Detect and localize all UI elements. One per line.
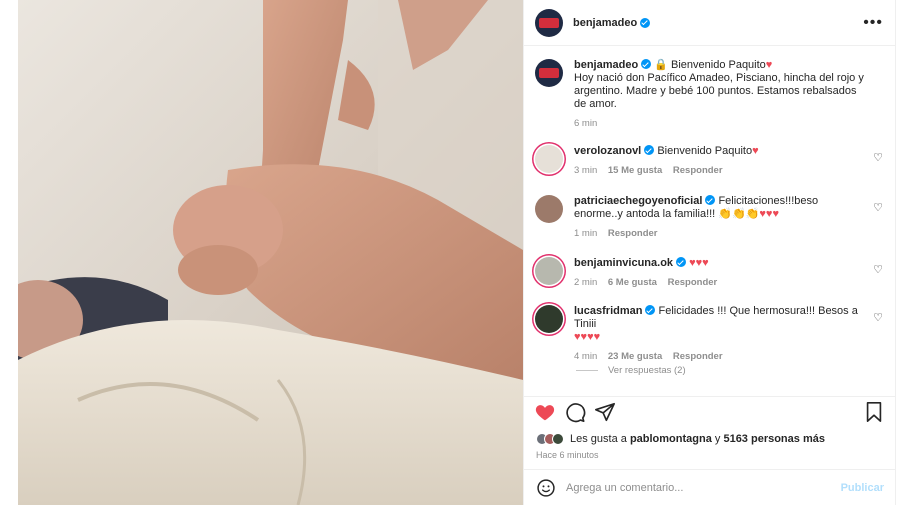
heart-icon[interactable]: ♡: [873, 263, 883, 276]
commenter-avatar[interactable]: [535, 145, 563, 173]
comment-emojis: ♥♥♥: [689, 257, 709, 269]
comment-emojis: 👏👏👏♥♥♥: [718, 208, 779, 220]
caption-username[interactable]: benjamadeo: [574, 59, 638, 71]
caption-text-block: benjamadeo 🔒 Bienvenido Paquito♥ Hoy nac…: [574, 59, 869, 130]
commenter-avatar[interactable]: [535, 305, 563, 333]
comment-text: Bienvenido Paquito: [657, 145, 753, 157]
caption-title: 🔒 Bienvenido Paquito: [654, 59, 766, 71]
verified-icon: [641, 59, 652, 69]
reply-button[interactable]: Responder: [608, 228, 658, 239]
comment-item: patriciaechegoyenoficial Felicitaciones!…: [535, 195, 885, 240]
comment-username[interactable]: verolozanovl: [574, 145, 641, 157]
comment-username[interactable]: benjaminvicuna.ok: [574, 257, 673, 269]
likes-prefix: Les gusta a: [570, 433, 627, 445]
reply-button[interactable]: Responder: [668, 277, 718, 288]
comment-likes[interactable]: 15 Me gusta: [608, 165, 662, 176]
caption: benjamadeo 🔒 Bienvenido Paquito♥ Hoy nac…: [535, 59, 885, 130]
comment-likes[interactable]: 23 Me gusta: [608, 351, 662, 362]
comment-body: verolozanovl Bienvenido Paquito♥ 3 min 1…: [574, 145, 869, 177]
commenter-avatar[interactable]: [535, 257, 563, 285]
liker-avatar: [552, 433, 564, 445]
comment-username[interactable]: lucasfridman: [574, 305, 642, 317]
comment-meta: 3 min 15 Me gusta Responder: [574, 164, 869, 177]
likes-count[interactable]: 5163 personas más: [723, 433, 825, 445]
verified-icon: [644, 145, 655, 155]
action-bar: Les gusta a pablomontagna y 5163 persona…: [524, 396, 896, 466]
post-panel: benjamadeo ••• benjamadeo 🔒 Bienvenido P…: [523, 0, 896, 505]
comment-input[interactable]: [566, 481, 816, 494]
verified-icon: [676, 257, 687, 267]
comment-body: lucasfridman Felicidades !!! Que hermosu…: [574, 305, 869, 363]
replies-divider: [576, 370, 598, 371]
heart-icon[interactable]: ♡: [873, 201, 883, 214]
caption-avatar[interactable]: [535, 59, 563, 87]
author-avatar[interactable]: [535, 8, 563, 37]
reply-button[interactable]: Responder: [673, 351, 723, 362]
reply-button[interactable]: Responder: [673, 165, 723, 176]
comment-icon[interactable]: [564, 401, 586, 423]
caption-body: Hoy nació don Pacífico Amadeo, Pisciano,…: [574, 72, 864, 110]
verified-icon: [645, 305, 656, 315]
photo-illustration: [18, 0, 523, 505]
comment-item: benjaminvicuna.ok ♥♥♥ 2 min 6 Me gusta R…: [535, 257, 885, 289]
view-replies-label: Ver respuestas (2): [608, 365, 686, 376]
comment-likes[interactable]: 6 Me gusta: [608, 277, 657, 288]
comment-emojis: ♥♥♥♥: [574, 331, 601, 343]
add-comment-bar: Publicar: [524, 469, 896, 505]
heart-icon[interactable]: ♡: [873, 311, 883, 324]
likes-user[interactable]: pablomontagna: [630, 433, 712, 445]
comment-time: 2 min: [574, 277, 598, 288]
heart-icon[interactable]: [534, 401, 556, 423]
heart-emoji: ♥: [765, 59, 773, 71]
post-photo[interactable]: [18, 0, 523, 505]
caption-time: 6 min: [574, 118, 598, 129]
comment-body: benjaminvicuna.ok ♥♥♥ 2 min 6 Me gusta R…: [574, 257, 869, 289]
post-header: benjamadeo •••: [524, 0, 895, 46]
share-icon[interactable]: [594, 401, 616, 423]
comment-meta: 4 min 23 Me gusta Responder: [574, 350, 869, 363]
save-icon[interactable]: [864, 401, 884, 423]
author-username[interactable]: benjamadeo: [573, 17, 637, 29]
view-replies-button[interactable]: Ver respuestas (2): [576, 365, 686, 376]
comment-username[interactable]: patriciaechegoyenoficial: [574, 195, 702, 207]
likes-summary: Les gusta a pablomontagna y 5163 persona…: [536, 433, 825, 445]
heart-icon[interactable]: ♡: [873, 151, 883, 164]
comment-emojis: ♥: [752, 145, 759, 157]
comment-meta: 1 min Responder: [574, 227, 869, 240]
more-icon[interactable]: •••: [863, 14, 883, 32]
comment-time: 1 min: [574, 228, 598, 239]
post-time: Hace 6 minutos: [536, 450, 599, 460]
publish-button[interactable]: Publicar: [841, 482, 884, 494]
comment-meta: 2 min 6 Me gusta Responder: [574, 276, 869, 289]
comment-item: lucasfridman Felicidades !!! Que hermosu…: [535, 305, 885, 363]
comment-body: patriciaechegoyenoficial Felicitaciones!…: [574, 195, 869, 240]
comment-item: verolozanovl Bienvenido Paquito♥ 3 min 1…: [535, 145, 885, 177]
emoji-icon[interactable]: [536, 478, 556, 498]
caption-meta: 6 min: [574, 117, 869, 130]
comments-list[interactable]: benjamadeo 🔒 Bienvenido Paquito♥ Hoy nac…: [524, 47, 896, 395]
panel-border: [895, 0, 896, 505]
commenter-avatar[interactable]: [535, 195, 563, 223]
comment-time: 4 min: [574, 351, 598, 362]
verified-icon: [705, 195, 716, 205]
likes-conj: y: [714, 433, 721, 445]
verified-icon: [640, 17, 651, 28]
comment-time: 3 min: [574, 165, 598, 176]
